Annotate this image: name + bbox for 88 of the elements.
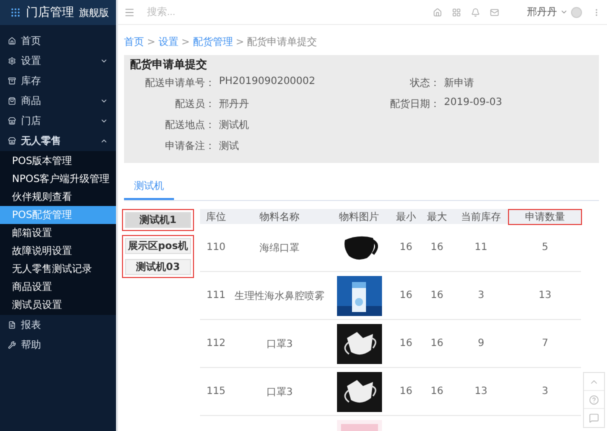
field-label: 配送员：: [174, 98, 215, 111]
table-cell: 110: [206, 242, 226, 253]
submenu-item[interactable]: 邮箱设置: [0, 224, 116, 242]
field-label: 状态：: [409, 76, 440, 90]
wrench-icon: [8, 341, 16, 349]
table-cell: 16: [430, 242, 444, 253]
grid-icon[interactable]: [452, 8, 461, 16]
bell-icon[interactable]: [471, 8, 480, 16]
mail-icon[interactable]: [490, 8, 499, 16]
sidebar-item[interactable]: 帮助: [0, 335, 116, 355]
table-cell: 13: [538, 290, 552, 301]
submenu-item[interactable]: NPOS客户端升级管理: [0, 170, 116, 188]
table-cell: 11: [474, 242, 488, 253]
sidebar-item[interactable]: 报表: [0, 315, 116, 335]
submenu-item[interactable]: POS版本管理: [0, 152, 116, 170]
sidebar-item[interactable]: 门店: [0, 111, 116, 131]
settings-icon: [8, 57, 16, 65]
app-title: 门店管理: [26, 4, 74, 21]
page-title: 配货申请单提交: [130, 57, 208, 72]
machine-button[interactable]: 测试机03: [125, 259, 191, 275]
table-cell: 16: [430, 338, 444, 349]
store-icon: [8, 117, 16, 125]
table-cell: 16: [400, 290, 412, 301]
submenu-item[interactable]: 商品设置: [0, 278, 116, 296]
field-value: 2019-09-03: [443, 97, 504, 110]
submenu-item[interactable]: 故障说明设置: [0, 242, 116, 260]
home-icon: [8, 37, 16, 45]
archive-icon: [8, 77, 16, 85]
table-cell: 13: [474, 386, 488, 397]
table-cell: 112: [206, 338, 226, 349]
help-icon: [589, 394, 599, 404]
field-value: 测试机: [218, 118, 250, 132]
chevron-down-icon[interactable]: [560, 8, 568, 16]
table-cell: 16: [400, 386, 412, 397]
table-cell: 16: [400, 338, 412, 349]
column-header: 物料名称: [258, 210, 300, 224]
field-value: 新申请: [443, 76, 475, 90]
breadcrumb-item: 配货申请单提交: [247, 36, 318, 49]
column-header: 最小: [395, 210, 417, 224]
table-cell-text: 生理性海水鼻腔喷雾: [234, 290, 324, 302]
column-header: 申请数量: [509, 210, 581, 224]
message-icon: [589, 413, 599, 423]
sidebar-item[interactable]: 无人零售: [0, 131, 116, 151]
submenu-item[interactable]: 测试员设置: [0, 296, 116, 314]
sidebar-item[interactable]: 商品: [0, 91, 116, 111]
table-cell: 5: [542, 242, 548, 253]
sidebar-item[interactable]: 库存: [0, 71, 116, 91]
machine-button[interactable]: 测试机1: [125, 212, 191, 228]
home-icon[interactable]: [433, 8, 442, 16]
grid-icon: [10, 7, 21, 18]
column-header: 当前库存: [460, 210, 502, 224]
table-cell: 111: [206, 290, 226, 301]
field-label: 配送申请单号：: [144, 76, 215, 90]
avatar[interactable]: [571, 6, 582, 18]
table-cell: 3: [542, 386, 548, 397]
menu-icon[interactable]: [124, 6, 135, 18]
submenu-item[interactable]: 无人零售测试记录: [0, 260, 116, 278]
column-header: 最大: [426, 210, 448, 224]
sidebar-item[interactable]: 首页: [0, 31, 116, 51]
submenu-item[interactable]: 伙伴规则查看: [0, 188, 116, 206]
document-icon: [8, 321, 16, 329]
breadcrumb-separator: >: [181, 36, 190, 48]
edition-label: 旗舰版: [79, 6, 109, 20]
table-cell: 16: [430, 290, 444, 301]
table-cell: 3: [478, 290, 484, 301]
machine-button[interactable]: 展示区pos机: [125, 238, 191, 254]
column-header: 库位: [205, 210, 227, 224]
field-value: PH2019090200002: [218, 76, 316, 89]
user-name[interactable]: 邢丹丹: [527, 5, 557, 19]
table-cell: 115: [206, 386, 226, 397]
table-cell-text: 口罩3: [266, 386, 293, 398]
field-label: 配货日期：: [389, 98, 440, 111]
breadcrumb-separator: >: [147, 36, 156, 48]
table-cell: 16: [430, 386, 444, 397]
store-icon: [8, 137, 16, 145]
table-cell: 9: [478, 338, 484, 349]
table-cell-text: 海绵口罩: [260, 242, 300, 254]
table-cell: 16: [400, 242, 412, 253]
column-header: 物料图片: [338, 210, 380, 224]
field-value: 测试: [218, 140, 240, 153]
bag-icon: [8, 97, 16, 105]
field-label: 申请备注：: [164, 140, 215, 153]
sidebar-item[interactable]: 设置: [0, 51, 116, 71]
breadcrumb-separator: >: [236, 36, 244, 48]
table-cell: 7: [542, 338, 548, 349]
field-label: 配送地点：: [164, 118, 215, 132]
table-cell-text: 口罩3: [266, 338, 293, 350]
field-value: 邢丹丹: [218, 98, 250, 111]
